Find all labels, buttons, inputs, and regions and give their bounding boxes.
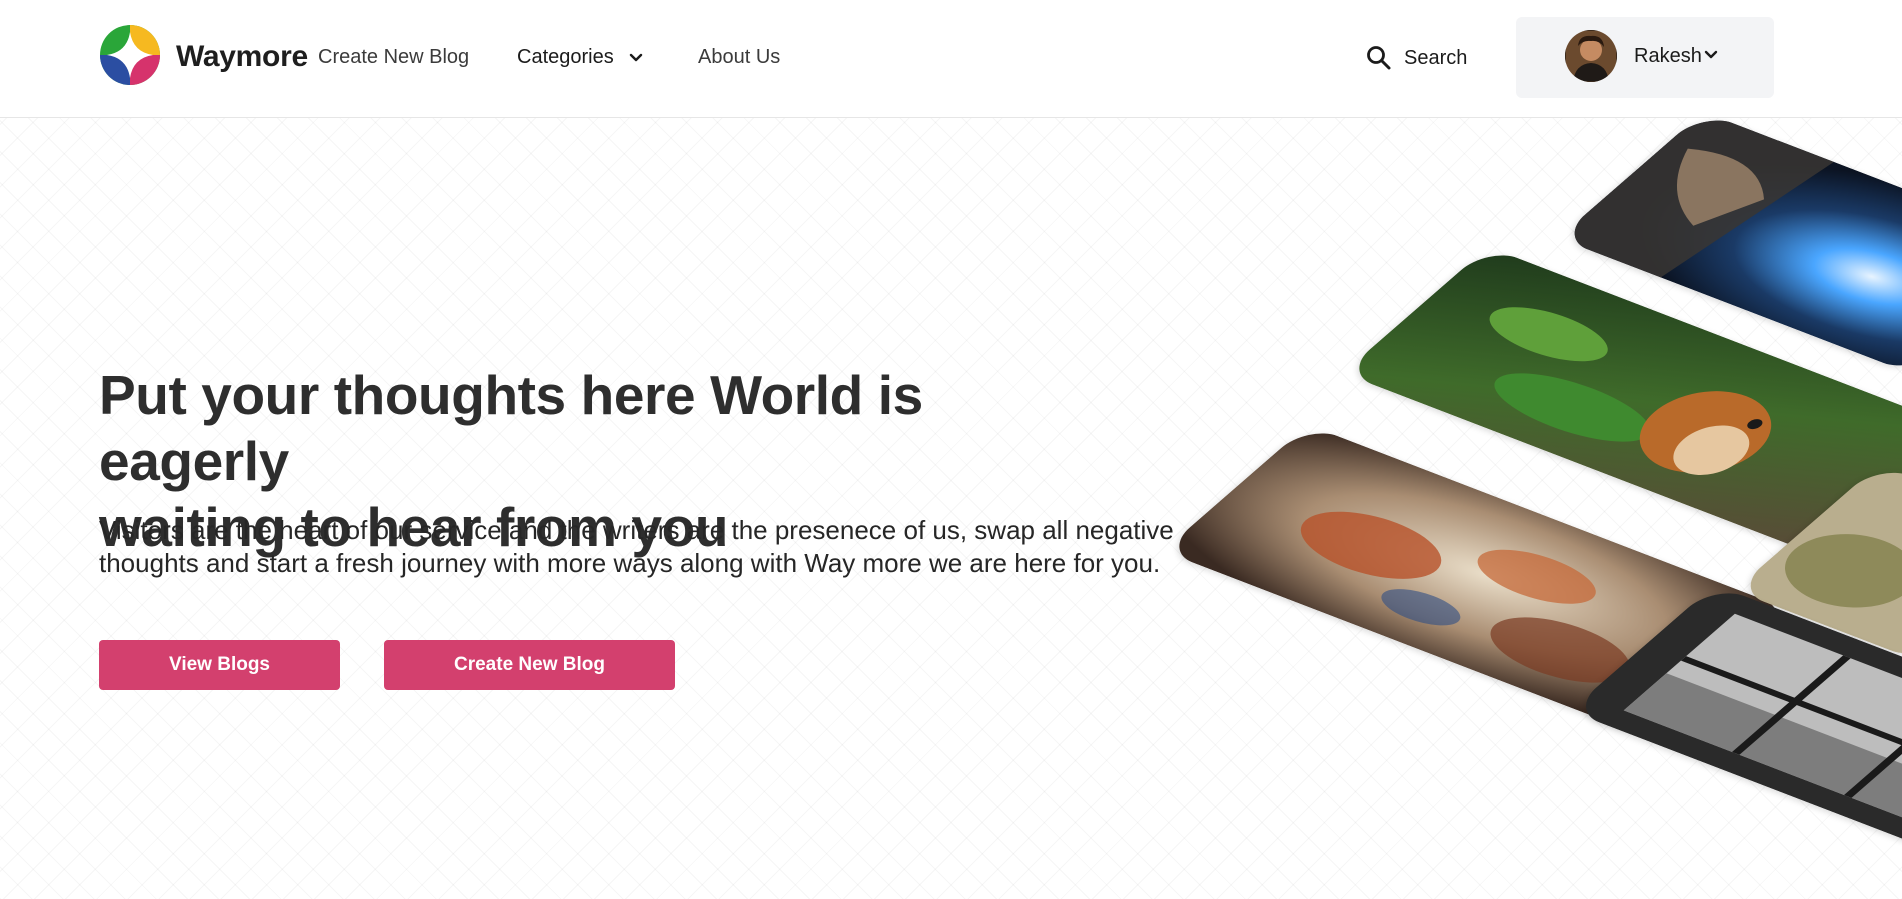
nav-categories[interactable]: Categories: [517, 46, 643, 69]
chevron-down-icon: [1704, 50, 1718, 59]
hero-title-line-1: Put your thoughts here World is eagerly: [99, 364, 923, 492]
create-new-blog-button[interactable]: Create New Blog: [384, 640, 675, 690]
user-menu[interactable]: Rakesh: [1516, 17, 1774, 98]
view-blogs-button[interactable]: View Blogs: [99, 640, 340, 690]
nav-categories-label: Categories: [517, 46, 614, 68]
top-header: Waymore Create New Blog Categories About…: [0, 0, 1902, 118]
search-icon: [1367, 46, 1391, 70]
avatar: [1565, 30, 1617, 82]
hero-section: Put your thoughts here World is eagerly …: [0, 118, 1902, 899]
logo-icon[interactable]: [99, 24, 161, 86]
user-name: Rakesh: [1634, 45, 1702, 67]
nav-about-us[interactable]: About Us: [698, 46, 780, 69]
search-label: Search: [1404, 46, 1468, 69]
search-button[interactable]: Search: [1366, 41, 1467, 75]
chevron-down-icon: [630, 53, 643, 61]
brand-name[interactable]: Waymore: [176, 40, 308, 74]
hero-subtitle: Visitors are the heart of our service an…: [99, 515, 1174, 578]
nav-create-new-blog[interactable]: Create New Blog: [318, 46, 469, 69]
